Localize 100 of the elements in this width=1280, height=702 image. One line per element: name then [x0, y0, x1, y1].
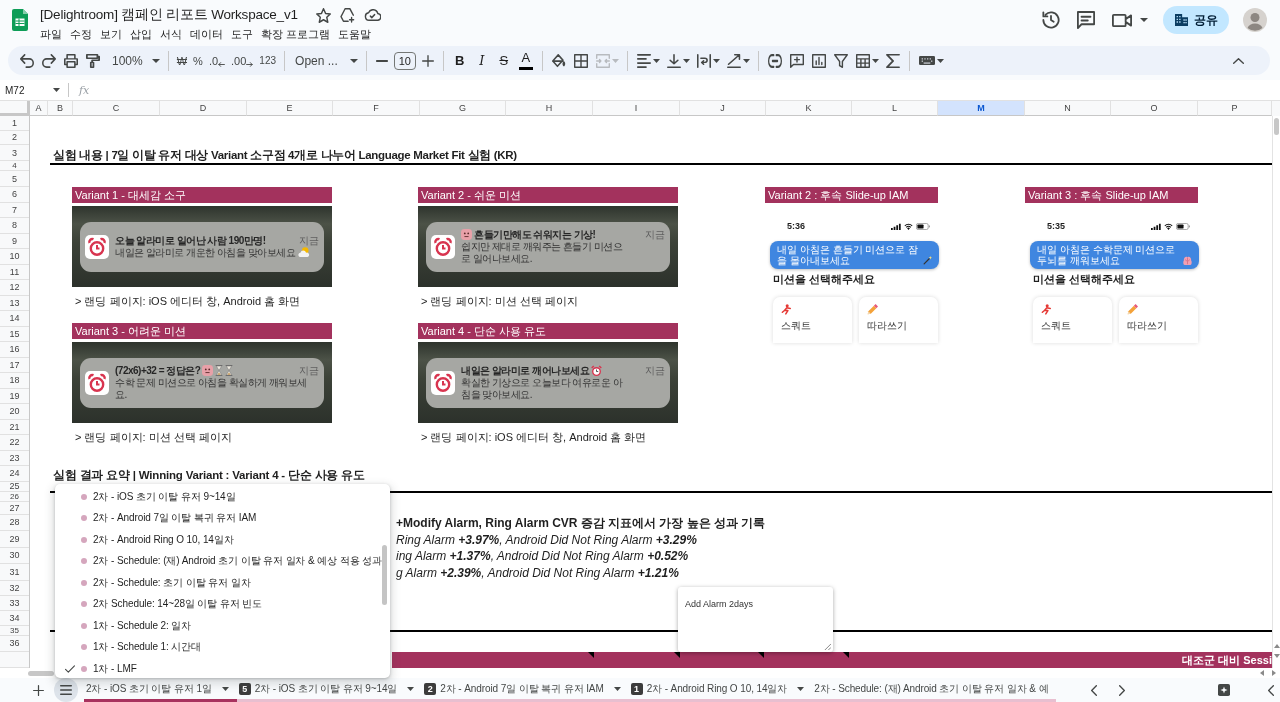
sheet-list-item[interactable]: 2차 Schedule: 14~28일 이탈 유저 빈도	[55, 593, 390, 615]
align-bottom-icon[interactable]	[666, 53, 681, 68]
row-header[interactable]: 24	[0, 466, 29, 482]
row-header[interactable]: 29	[0, 531, 29, 548]
align-left-icon[interactable]	[636, 53, 651, 68]
row-header[interactable]: 33	[0, 595, 29, 611]
share-button[interactable]: 공유	[1163, 6, 1229, 34]
cloud-check-icon[interactable]	[363, 9, 381, 21]
row-header[interactable]: 31	[0, 564, 29, 581]
menu-item[interactable]: 수정	[70, 27, 92, 42]
sheet-list-item[interactable]: 1차 - Schedule 1: 시간대	[55, 636, 390, 658]
sum-icon[interactable]	[885, 53, 900, 68]
print-icon[interactable]	[64, 53, 78, 68]
chevron-up-icon[interactable]	[1233, 57, 1244, 64]
row-header[interactable]: 6	[0, 187, 29, 203]
caret-icon[interactable]	[1140, 18, 1148, 22]
strikethrough-button[interactable]: S	[493, 48, 514, 73]
row-header[interactable]: 20	[0, 404, 29, 420]
chart-icon[interactable]	[811, 53, 826, 68]
currency-format-button[interactable]: ₩	[174, 48, 190, 73]
sparkle-box-icon[interactable]	[1218, 684, 1230, 696]
caret-icon[interactable]	[712, 58, 720, 63]
plus-icon[interactable]	[421, 54, 434, 67]
row-header[interactable]: 13	[0, 295, 29, 311]
row-header[interactable]: 4	[0, 161, 29, 171]
bold-button[interactable]: B	[449, 48, 470, 73]
avatar-icon[interactable]	[1243, 8, 1267, 32]
menu-item[interactable]: 파일	[40, 27, 62, 42]
column-header[interactable]: M	[938, 101, 1025, 116]
triangle-plus-icon[interactable]	[339, 7, 355, 23]
row-header[interactable]: 19	[0, 388, 29, 404]
italic-button[interactable]: I	[471, 48, 492, 73]
arrow-right-icon[interactable]	[1272, 670, 1276, 676]
add-comment-icon[interactable]	[789, 53, 804, 68]
mission-card[interactable]: 따라쓰기	[1119, 297, 1198, 343]
link-icon[interactable]	[767, 53, 782, 68]
menu-item[interactable]: 데이터	[190, 27, 223, 42]
caret-icon[interactable]	[407, 686, 415, 691]
resize-handle-icon[interactable]	[824, 643, 831, 650]
row-header[interactable]: 26	[0, 491, 29, 502]
star-icon[interactable]	[315, 7, 331, 23]
row-header[interactable]: 14	[0, 311, 29, 327]
row-header[interactable]: 2	[0, 130, 29, 145]
name-box[interactable]: M72	[0, 81, 68, 99]
arrow-left-icon[interactable]	[1260, 670, 1264, 676]
comment-icon[interactable]	[1077, 11, 1095, 29]
table-icon[interactable]	[855, 53, 870, 68]
row-header[interactable]: 12	[0, 280, 29, 296]
caret-icon[interactable]	[652, 58, 660, 63]
row-header[interactable]: 11	[0, 264, 29, 280]
row-header[interactable]: 22	[0, 435, 29, 451]
filter-icon[interactable]	[833, 53, 848, 68]
mission-card[interactable]: 스쿼트	[773, 297, 852, 343]
sheet-list-item[interactable]: 2차 - iOS 초기 이탈 유저 9~14일	[55, 486, 390, 508]
row-header[interactable]: 1	[0, 116, 29, 131]
zoom-dropdown[interactable]: 100%	[110, 48, 162, 73]
menu-item[interactable]: 확장 프로그램	[261, 27, 330, 42]
diagonal-arrow-icon[interactable]	[726, 53, 741, 68]
caret-icon[interactable]	[221, 686, 229, 691]
row-header[interactable]: 18	[0, 373, 29, 389]
sheet-list-item[interactable]: 1차 - Schedule 2: 일차	[55, 615, 390, 637]
scrollbar[interactable]	[1274, 118, 1279, 135]
history-icon[interactable]	[1042, 11, 1060, 29]
arrow-down-icon[interactable]	[1273, 654, 1280, 658]
row-header[interactable]: 7	[0, 202, 29, 218]
caret-icon[interactable]	[613, 686, 621, 691]
chevron-left-icon[interactable]	[1091, 684, 1097, 696]
row-header[interactable]: 17	[0, 357, 29, 373]
video-camera-icon[interactable]	[1112, 13, 1132, 27]
percent-format-button[interactable]: %	[191, 48, 205, 73]
number-format-button[interactable]: 123	[257, 48, 279, 73]
sheet-tab[interactable]: 5 2차 - iOS 초기 이탈 유저 9~14일	[236, 678, 423, 702]
increase-decimal-button[interactable]: .00	[229, 48, 256, 73]
mission-card[interactable]: 스쿼트	[1033, 297, 1112, 343]
caret-icon[interactable]	[682, 58, 690, 63]
row-header[interactable]: 10	[0, 249, 29, 265]
menu-item[interactable]: 도구	[231, 27, 253, 42]
scrollbar[interactable]	[382, 545, 387, 605]
undo-icon[interactable]	[20, 53, 34, 68]
sheet-tab[interactable]: 2차 - iOS 초기 이탈 유저 1일	[84, 678, 237, 702]
row-header[interactable]: 34	[0, 610, 29, 626]
row-header[interactable]: 9	[0, 233, 29, 249]
row-header[interactable]: 28	[0, 514, 29, 531]
sheet-tab[interactable]: 2 2차 - Android 7일 이탈 복귀 유저 IAM	[422, 678, 629, 702]
row-header[interactable]: 16	[0, 342, 29, 358]
menu-item[interactable]: 서식	[160, 27, 182, 42]
sheet-list-item[interactable]: 2차 - Schedule: (재) Android 초기 이탈 유저 일차 & 예상 적용 성과	[55, 550, 390, 572]
mission-card[interactable]: 따라쓰기	[859, 297, 938, 343]
caret-icon[interactable]	[797, 686, 805, 691]
caret-icon[interactable]	[936, 58, 944, 63]
row-header[interactable]: 35	[0, 625, 29, 636]
row-header[interactable]: 8	[0, 218, 29, 234]
document-title[interactable]: [Delightroom] 캠페인 리포트 Workspace_v1	[40, 6, 298, 24]
arrow-up-icon[interactable]	[1273, 644, 1280, 648]
font-dropdown[interactable]: Open ...	[291, 48, 360, 73]
borders-icon[interactable]	[573, 53, 588, 68]
font-size-field[interactable]: 10	[393, 51, 416, 70]
chevron-left-icon[interactable]	[1268, 684, 1274, 696]
plus-icon[interactable]	[33, 684, 44, 696]
row-header[interactable]: 36	[0, 635, 29, 652]
